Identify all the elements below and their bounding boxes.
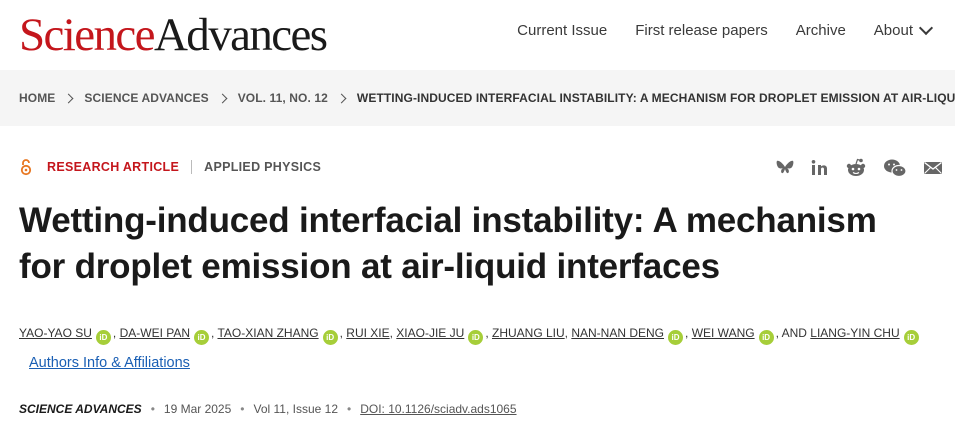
author-link[interactable]: LIANG-YIN CHU bbox=[810, 326, 899, 340]
nav-about[interactable]: About bbox=[874, 20, 934, 39]
reddit-icon[interactable] bbox=[845, 158, 867, 178]
orcid-icon[interactable]: iD bbox=[194, 330, 210, 345]
author-link[interactable]: XIAO-JIE JU bbox=[396, 326, 464, 340]
journal-name: SCIENCE ADVANCES bbox=[19, 402, 142, 416]
author-list: YAO-YAO SU iD, DA-WEI PAN iD, TAO-XIAN ZHA… bbox=[19, 318, 944, 378]
breadcrumb: HOME SCIENCE ADVANCES VOL. 11, NO. 12 WE… bbox=[19, 91, 955, 105]
nav-current-issue[interactable]: Current Issue bbox=[517, 22, 607, 39]
orcid-icon[interactable]: iD bbox=[95, 330, 111, 345]
breadcrumb-bar: HOME SCIENCE ADVANCES VOL. 11, NO. 12 WE… bbox=[0, 70, 955, 126]
article-title: Wetting-induced interfacial instability:… bbox=[19, 201, 877, 286]
site-header: ScienceAdvances Current Issue First rele… bbox=[0, 0, 955, 70]
orcid-icon[interactable]: iD bbox=[758, 330, 774, 345]
author-link[interactable]: YAO-YAO SU bbox=[19, 326, 92, 340]
orcid-icon[interactable]: iD bbox=[668, 330, 684, 345]
orcid-icon[interactable]: iD bbox=[903, 330, 919, 345]
author-link[interactable]: DA-WEI PAN bbox=[120, 326, 190, 340]
chevron-right-icon bbox=[336, 93, 347, 103]
linkedin-icon[interactable] bbox=[811, 159, 829, 177]
breadcrumb-home[interactable]: HOME bbox=[19, 91, 55, 105]
separator-dot: • bbox=[347, 402, 352, 416]
meta-divider bbox=[191, 160, 193, 174]
breadcrumb-article: WETTING-INDUCED INTERFACIAL INSTABILITY:… bbox=[356, 91, 955, 105]
author-link[interactable]: NAN-NAN DENG bbox=[571, 326, 664, 340]
nav-first-release-papers[interactable]: First release papers bbox=[635, 22, 768, 39]
open-access-icon bbox=[20, 159, 32, 176]
chevron-right-icon bbox=[63, 93, 74, 103]
article-type: RESEARCH ARTICLE bbox=[47, 160, 180, 174]
and-text: AND bbox=[781, 326, 807, 340]
publication-date: 19 Mar 2025 bbox=[163, 402, 232, 416]
email-icon[interactable] bbox=[923, 160, 943, 176]
authors-info-affiliations-link[interactable]: Authors Info & Affiliations bbox=[29, 355, 190, 371]
logo-advances: Advances bbox=[153, 9, 328, 61]
author-link[interactable]: TAO-XIAN ZHANG bbox=[217, 326, 318, 340]
chevron-down-icon bbox=[918, 20, 934, 36]
nav-archive[interactable]: Archive bbox=[796, 22, 846, 39]
author-link[interactable]: ZHUANG LIU bbox=[492, 326, 565, 340]
author-link[interactable]: WEI WANG bbox=[692, 326, 755, 340]
chevron-right-icon bbox=[217, 93, 228, 103]
separator-dot: • bbox=[240, 402, 245, 416]
orcid-icon[interactable]: iD bbox=[468, 330, 484, 345]
bluesky-icon[interactable] bbox=[775, 159, 795, 177]
doi-link[interactable]: DOI: 10.1126/sciadv.ads1065 bbox=[360, 402, 516, 416]
main-nav: Current Issue First release papers Archi… bbox=[517, 20, 934, 39]
breadcrumb-issue[interactable]: VOL. 11, NO. 12 bbox=[238, 91, 328, 105]
orcid-icon[interactable]: iD bbox=[322, 330, 338, 345]
publication-info: SCIENCE ADVANCES • 19 Mar 2025 • Vol 11,… bbox=[19, 402, 517, 416]
separator-dot: • bbox=[150, 402, 155, 416]
volume-issue: Vol 11, Issue 12 bbox=[253, 402, 338, 416]
breadcrumb-journal[interactable]: SCIENCE ADVANCES bbox=[84, 91, 208, 105]
article-meta: RESEARCH ARTICLE APPLIED PHYSICS bbox=[19, 158, 321, 176]
logo-science: Science bbox=[19, 9, 156, 61]
author-link[interactable]: RUI XIE bbox=[346, 326, 389, 340]
wechat-icon[interactable] bbox=[883, 158, 907, 178]
science-advances-logo[interactable]: ScienceAdvances bbox=[19, 9, 328, 61]
article-subject[interactable]: APPLIED PHYSICS bbox=[204, 160, 321, 174]
share-toolbar bbox=[775, 158, 943, 178]
